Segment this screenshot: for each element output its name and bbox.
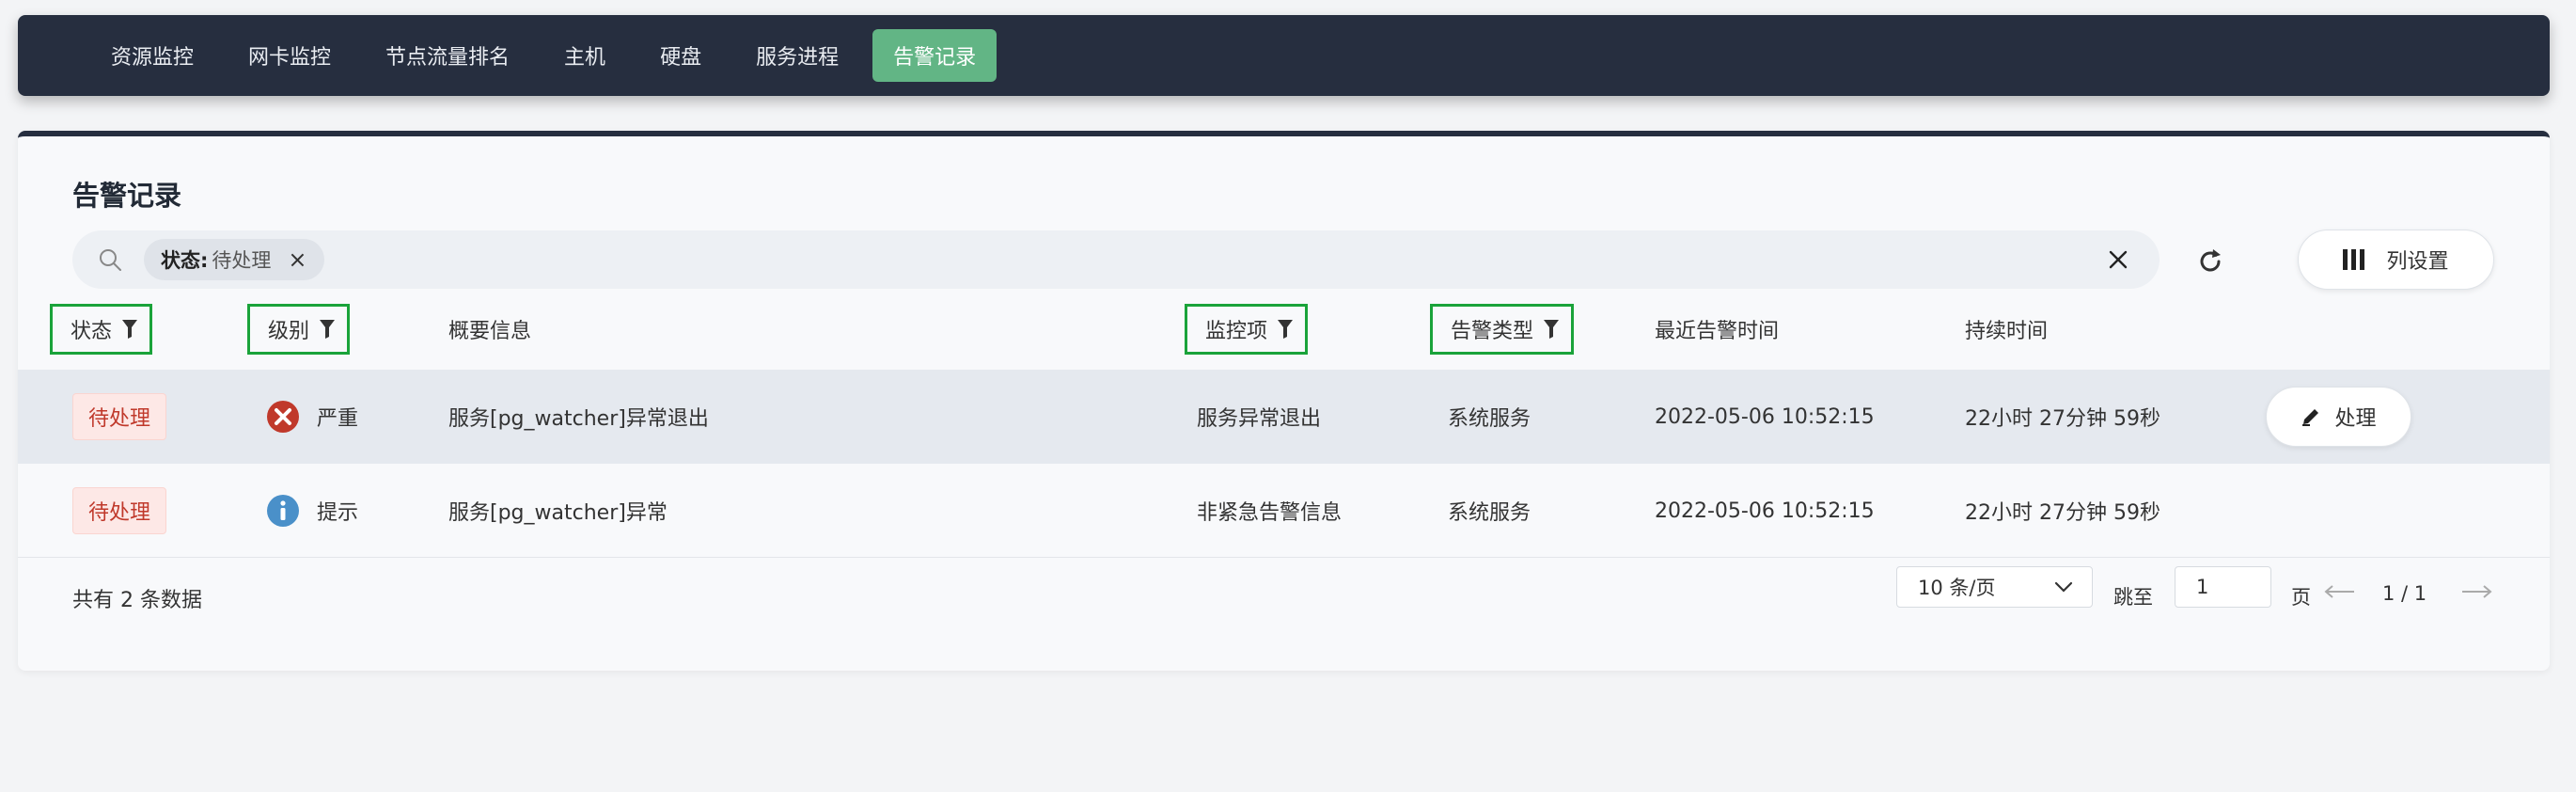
page-label: 页 [2291,586,2311,609]
total-count: 共有 2 条数据 [72,589,202,612]
close-icon[interactable] [2105,246,2131,273]
summary-cell: 服务[pg_watcher]异常退出 [448,407,709,431]
alert-records-card: 告警记录 状态: 待处理 × 列设置 状态 级别 概要信息 监控项 告警类型 最… [18,131,2550,671]
nav-item-resource-monitor[interactable]: 资源监控 [90,29,214,82]
last-alert-time-cell: 2022-05-06 10:52:15 [1655,499,1875,523]
column-settings-label: 列设置 [2386,250,2449,274]
jump-label: 跳至 [2113,586,2153,609]
nav-item-alert-records[interactable]: 告警记录 [872,29,997,82]
filter-chip-status: 状态: 待处理 × [144,239,324,280]
status-cell: 待处理 [72,370,167,464]
filter-chip-key: 状态: [161,249,209,272]
columns-icon [2343,249,2365,270]
table-row[interactable]: 待处理 严重 服务[pg_watcher]异常退出 服务异常退出 系统服务 20… [18,370,2550,464]
column-header-status[interactable]: 状态 [50,304,153,355]
column-header-label: 监控项 [1205,320,1268,343]
monitor-item-cell: 服务异常退出 [1197,407,1322,431]
column-header-label: 持续时间 [1965,320,2049,343]
duration-cell: 22小时 27分钟 59秒 [1965,501,2160,525]
level-label: 提示 [317,501,359,525]
filter-icon[interactable] [1543,319,1560,340]
monitor-item-cell: 非紧急告警信息 [1197,501,1343,525]
filter-icon[interactable] [319,319,336,340]
column-header-label: 最近告警时间 [1655,320,1780,343]
search-bar[interactable]: 状态: 待处理 × [72,230,2160,289]
edit-icon [2302,409,2319,426]
nav-item-node-traffic-rank[interactable]: 节点流量排名 [365,29,530,82]
nav-item-service-process[interactable]: 服务进程 [735,29,859,82]
alert-type-cell: 系统服务 [1448,407,1531,431]
nav-item-host[interactable]: 主机 [543,29,626,82]
chip-close-icon[interactable]: × [288,248,306,271]
top-nav-bar: 资源监控 网卡监控 节点流量排名 主机 硬盘 服务进程 告警记录 [18,15,2550,96]
error-icon [267,401,299,433]
prev-page-icon[interactable] [2324,584,2356,602]
filter-chip-value: 待处理 [212,249,272,272]
column-header-label: 告警类型 [1451,320,1534,343]
column-header-level[interactable]: 级别 [247,304,351,355]
next-page-icon[interactable] [2460,584,2492,602]
level-label: 严重 [317,407,359,431]
page-info: 1 / 1 [2382,582,2427,605]
status-badge: 待处理 [72,487,167,534]
column-header-label: 级别 [268,320,310,343]
column-header-monitor-item[interactable]: 监控项 [1185,304,1309,355]
handle-button-label: 处理 [2334,407,2377,431]
page-size-value: 10 条/页 [1918,577,1996,599]
page-size-select[interactable]: 10 条/页 [1896,566,2093,608]
handle-button[interactable]: 处理 [2266,387,2411,447]
status-badge: 待处理 [72,393,167,440]
column-header-last-alert-time: 最近告警时间 [1655,304,1779,355]
nav-item-nic-monitor[interactable]: 网卡监控 [228,29,352,82]
column-header-label: 概要信息 [448,320,532,343]
info-icon [267,495,299,527]
summary-cell: 服务[pg_watcher]异常 [448,501,668,525]
duration-cell: 22小时 27分钟 59秒 [1965,407,2160,431]
column-header-duration: 持续时间 [1965,304,2048,355]
table-row[interactable]: 待处理 提示 服务[pg_watcher]异常 非紧急告警信息 系统服务 202… [18,464,2550,558]
column-header-label: 状态 [71,320,113,343]
status-cell: 待处理 [72,464,167,558]
level-cell: 提示 [266,464,358,558]
page-title: 告警记录 [72,180,182,212]
refresh-icon[interactable] [2191,243,2229,280]
jump-page-input[interactable] [2175,566,2271,608]
column-settings-button[interactable]: 列设置 [2298,230,2494,290]
column-header-alert-type[interactable]: 告警类型 [1430,304,1575,355]
column-header-summary: 概要信息 [448,304,531,355]
nav-item-disk[interactable]: 硬盘 [639,29,722,82]
chevron-down-icon [2054,581,2073,593]
search-icon [95,245,125,275]
alert-type-cell: 系统服务 [1448,501,1531,525]
filter-icon[interactable] [1277,319,1294,340]
last-alert-time-cell: 2022-05-06 10:52:15 [1655,404,1875,429]
filter-icon[interactable] [121,319,138,340]
level-cell: 严重 [266,370,358,464]
